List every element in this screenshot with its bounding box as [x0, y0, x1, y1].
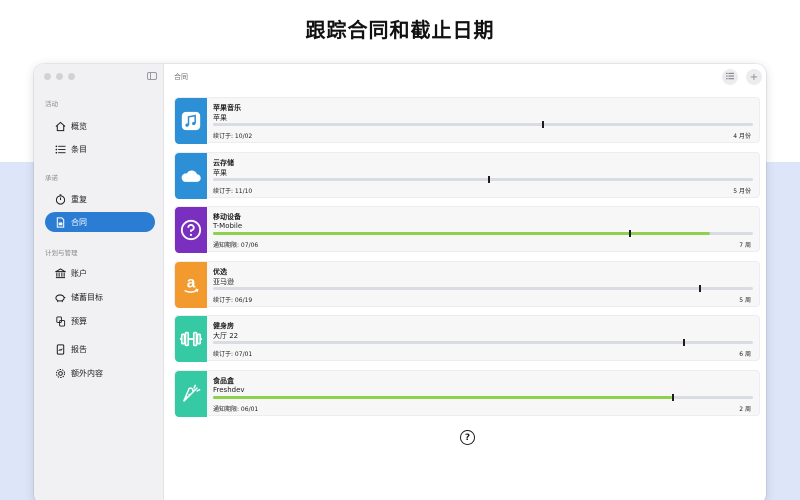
sidebar-item-savings-goals[interactable]: 储蓄目标 — [45, 287, 155, 307]
sidebar-item-label: 重复 — [71, 194, 87, 204]
add-contract-button[interactable]: + — [746, 69, 762, 85]
contract-progress-fill — [213, 395, 672, 399]
plus-icon: + — [749, 71, 759, 83]
contract-today-marker — [682, 339, 685, 346]
main-content: 合同 + 苹果音乐 苹果 续订于: 10/02 4 月份 云存储 苹果 续订于: 11/10… — [164, 64, 766, 500]
piggy-bank-icon — [53, 290, 67, 304]
filter-list-button[interactable] — [722, 69, 738, 85]
contract-vendor: 苹果 — [213, 114, 227, 122]
contract-today-marker — [672, 393, 674, 401]
sidebar-item-label: 合同 — [71, 217, 87, 227]
contract-name: 健身房 — [213, 322, 234, 330]
section-label-activity: 活动 — [45, 100, 58, 108]
sidebar-item-budget[interactable]: 预算 — [45, 311, 155, 331]
dumbbell-icon — [175, 316, 207, 362]
contract-card[interactable]: 食品盒 Freshdev 通知期限: 06/01 2 周 — [174, 369, 760, 417]
sidebar-item-extras[interactable]: 额外内容 — [45, 363, 155, 383]
help-button[interactable]: ? — [460, 430, 475, 445]
gear-icon — [53, 366, 67, 380]
contract-progress-track — [213, 284, 753, 292]
contract-vendor: 大厅 22 — [213, 332, 239, 340]
sidebar-item-label: 概览 — [71, 121, 87, 131]
coins-icon — [53, 314, 67, 328]
amazon-logo-icon: a — [175, 261, 207, 308]
contract-remaining: 7 周 — [739, 242, 751, 249]
section-label-planning: 计划与管理 — [45, 249, 78, 257]
sidebar-item-reports[interactable]: 报告 — [45, 339, 155, 359]
cloud-icon — [175, 152, 207, 199]
sidebar-item-label: 账户 — [71, 268, 87, 278]
contract-today-marker — [488, 175, 491, 183]
document-icon — [53, 215, 67, 229]
contract-vendor: Freshdev — [213, 385, 245, 394]
page-title: 合同 — [174, 73, 188, 81]
contract-today-marker — [699, 284, 701, 292]
carrot-icon — [175, 370, 207, 417]
contract-remaining: 5 月份 — [733, 187, 751, 195]
contract-card[interactable]: a 优选 亚马逊续订于: 06/19 5 周 — [174, 260, 760, 308]
contract-name: 苹果音乐 — [213, 104, 241, 112]
contract-date: 续订于: 11/10 — [213, 187, 253, 195]
contract-today-marker — [628, 230, 631, 237]
contract-progress-track — [213, 339, 753, 346]
contract-card[interactable]: 移动设备 T-Mobile 通知期限: 07/06 7 周 — [174, 206, 760, 253]
report-icon — [53, 342, 67, 356]
app-window: 活动 概览 条目 承诺 重复 合同 计划与管理 账户 储蓄目标 预算 报告 额外… — [34, 64, 766, 500]
filter-list-icon — [726, 72, 734, 83]
contract-card[interactable]: 健身房大厅 22 续订于: 07/01 6 周 — [174, 315, 760, 362]
sidebar-item-label: 报告 — [71, 344, 87, 354]
sidebar-item-label: 预算 — [71, 316, 87, 326]
home-icon — [53, 119, 67, 133]
contract-today-marker — [542, 121, 545, 128]
contract-progress-track — [213, 121, 753, 128]
contract-progress-track — [213, 230, 753, 237]
contract-vendor: 亚马逊 — [213, 277, 234, 286]
list-icon — [53, 142, 67, 156]
bank-icon — [53, 266, 67, 280]
contract-remaining: 5 周 — [739, 296, 751, 304]
contract-date: 通知期限: 07/06 — [213, 242, 259, 249]
close-window-button[interactable] — [44, 73, 51, 80]
sidebar-item-recurring[interactable]: 重复 — [45, 189, 155, 209]
contract-date: 续订于: 06/19 — [213, 296, 253, 304]
music-note-icon — [175, 98, 207, 144]
contract-vendor: 苹果 — [213, 168, 227, 177]
sidebar: 活动 概览 条目 承诺 重复 合同 计划与管理 账户 储蓄目标 预算 报告 额外… — [34, 64, 164, 500]
sidebar-item-overview[interactable]: 概览 — [45, 116, 155, 136]
contract-progress-track — [213, 175, 753, 183]
contract-card[interactable]: 苹果音乐苹果续订于: 10/02 4 月份 — [174, 97, 760, 144]
zoom-window-button[interactable] — [68, 73, 75, 80]
question-circle-icon — [175, 207, 207, 253]
contract-name: 优选 — [213, 267, 227, 276]
contract-card[interactable]: 云存储 苹果续订于: 11/10 5 月份 — [174, 151, 760, 199]
section-label-commitments: 承诺 — [45, 174, 58, 182]
contract-name: 移动设备 — [213, 213, 241, 221]
contract-remaining: 4 月份 — [733, 133, 751, 140]
sidebar-toggle-icon[interactable] — [147, 72, 157, 80]
window-controls — [44, 73, 75, 80]
sidebar-item-label: 储蓄目标 — [71, 292, 103, 302]
question-icon: ? — [464, 432, 471, 443]
page-headline: 跟踪合同和截止日期 — [305, 18, 495, 42]
contract-progress-fill — [213, 232, 710, 235]
svg-text:a: a — [187, 274, 196, 291]
timer-icon — [53, 192, 67, 206]
minimize-window-button[interactable] — [56, 73, 63, 80]
contract-date: 续订于: 07/01 — [213, 351, 253, 358]
contract-date: 续订于: 10/02 — [213, 133, 253, 140]
contract-name: 食品盒 — [213, 376, 234, 385]
contract-date: 通知期限: 06/01 — [213, 405, 259, 413]
contract-remaining: 6 周 — [739, 351, 751, 358]
sidebar-item-accounts[interactable]: 账户 — [45, 263, 155, 283]
contract-vendor: T-Mobile — [213, 222, 243, 230]
sidebar-item-contracts[interactable]: 合同 — [45, 212, 155, 232]
sidebar-item-label: 条目 — [71, 144, 87, 154]
sidebar-item-label: 额外内容 — [71, 368, 103, 378]
contract-remaining: 2 周 — [739, 405, 751, 413]
sidebar-item-entries[interactable]: 条目 — [45, 139, 155, 159]
contract-name: 云存储 — [213, 158, 234, 167]
contract-progress-track — [213, 393, 753, 401]
